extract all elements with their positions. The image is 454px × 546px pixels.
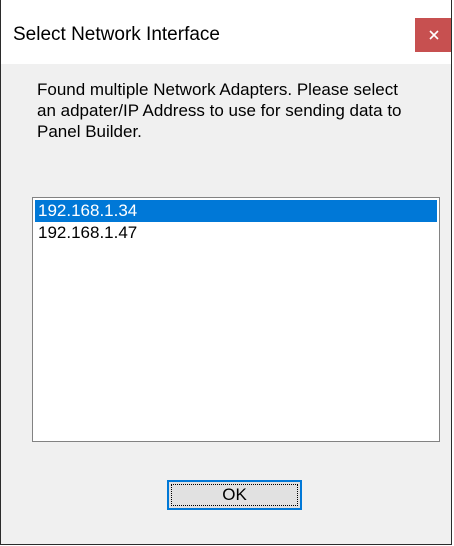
select-network-interface-dialog: Select Network Interface Found multiple … <box>0 0 452 545</box>
close-icon <box>429 30 439 40</box>
title-bar[interactable]: Select Network Interface <box>1 0 451 64</box>
close-button[interactable] <box>415 18 451 52</box>
window-title: Select Network Interface <box>13 24 220 45</box>
list-item-adapter-2[interactable]: 192.168.1.47 <box>35 222 437 244</box>
instruction-message: Found multiple Network Adapters. Please … <box>37 80 402 141</box>
network-adapter-listbox[interactable]: 192.168.1.34 192.168.1.47 <box>32 197 440 442</box>
ok-button-label: OK <box>222 485 247 504</box>
list-item-adapter-1[interactable]: 192.168.1.34 <box>35 200 437 222</box>
ok-button[interactable]: OK <box>167 480 302 510</box>
